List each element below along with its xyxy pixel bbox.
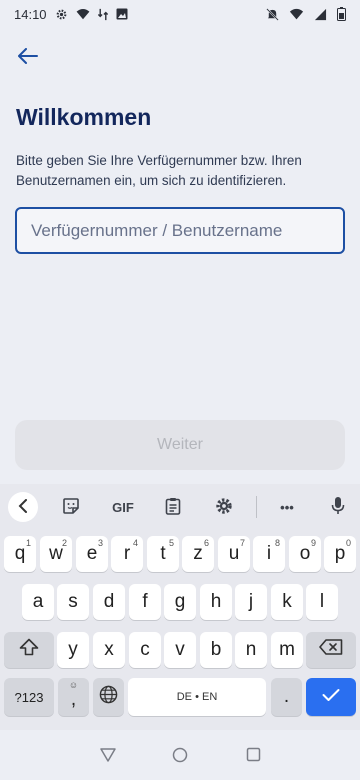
page-title: Willkommen	[16, 104, 152, 130]
data-transfer-icon	[97, 8, 108, 21]
battery-icon	[337, 7, 346, 21]
sticker-button[interactable]	[56, 492, 86, 522]
key-d[interactable]: d	[93, 584, 125, 620]
nav-recents-button[interactable]	[243, 747, 263, 767]
key-z[interactable]: z6	[182, 536, 214, 572]
page-subtitle: Bitte geben Sie Ihre Verfügernummer bzw.…	[16, 153, 302, 188]
key-y[interactable]: y	[57, 632, 89, 668]
clipboard-button[interactable]	[158, 492, 188, 522]
key-g[interactable]: g	[164, 584, 196, 620]
keyboard-settings-button[interactable]	[209, 492, 239, 522]
triangle-back-icon	[100, 747, 116, 768]
clipboard-icon	[165, 497, 181, 518]
key-k[interactable]: k	[271, 584, 303, 620]
key-l[interactable]: l	[306, 584, 338, 620]
backspace-icon	[319, 639, 343, 661]
language-key[interactable]	[93, 678, 124, 716]
checkmark-icon	[322, 686, 340, 708]
key-hint: 0	[345, 538, 351, 548]
key-s[interactable]: s	[57, 584, 89, 620]
key-label: e	[86, 543, 98, 564]
keyboard-toolbar: GIF •••	[0, 484, 360, 530]
keyboard: GIF ••• q1 w2 e3 r4 t5 z6 u7 i8 o9 p0 a …	[0, 484, 360, 730]
back-button[interactable]	[12, 44, 44, 72]
key-t[interactable]: t5	[147, 536, 179, 572]
key-hint: 4	[132, 538, 138, 548]
key-m[interactable]: m	[271, 632, 303, 668]
toolbar-divider	[256, 496, 257, 518]
key-r[interactable]: r4	[111, 536, 143, 572]
key-n[interactable]: n	[235, 632, 267, 668]
username-input[interactable]	[31, 220, 329, 241]
arrow-left-icon	[18, 47, 38, 69]
enter-key[interactable]	[306, 678, 356, 716]
key-h[interactable]: h	[200, 584, 232, 620]
key-v[interactable]: v	[164, 632, 196, 668]
gif-button[interactable]: GIF	[107, 492, 139, 522]
shift-arrow-icon	[19, 638, 39, 662]
key-label: p	[334, 543, 346, 564]
key-hint: 3	[97, 538, 103, 548]
key-p[interactable]: p0	[324, 536, 356, 572]
cellular-signal-icon	[314, 8, 327, 21]
keyboard-collapse-button[interactable]	[8, 492, 38, 522]
key-label: w	[49, 543, 63, 564]
key-u[interactable]: u7	[218, 536, 250, 572]
comma-key[interactable]: ☺ ,	[58, 678, 89, 716]
key-label: i	[266, 543, 272, 564]
key-o[interactable]: o9	[289, 536, 321, 572]
circle-home-icon	[172, 747, 188, 768]
key-a[interactable]: a	[22, 584, 54, 620]
emoji-hint-icon: ☺	[68, 680, 79, 690]
status-time: 14:10	[14, 6, 47, 22]
settings-gear-icon	[55, 8, 68, 21]
square-recents-icon	[246, 747, 261, 767]
key-hint: 5	[168, 538, 174, 548]
sticker-icon	[62, 497, 80, 518]
voice-input-button[interactable]	[323, 492, 353, 522]
backspace-key[interactable]	[306, 632, 356, 668]
key-f[interactable]: f	[129, 584, 161, 620]
key-c[interactable]: c	[129, 632, 161, 668]
key-b[interactable]: b	[200, 632, 232, 668]
key-label: t	[160, 543, 166, 564]
key-label: o	[299, 543, 311, 564]
wifi-signal-icon	[289, 8, 304, 20]
key-label: q	[14, 543, 26, 564]
chevron-left-icon	[18, 498, 28, 516]
mute-bell-icon	[266, 7, 279, 21]
wifi-icon	[76, 8, 90, 20]
microphone-icon	[331, 496, 345, 518]
status-bar: 14:10	[0, 0, 360, 28]
key-hint: 6	[203, 538, 209, 548]
key-i[interactable]: i8	[253, 536, 285, 572]
globe-icon	[99, 685, 118, 710]
continue-button[interactable]: Weiter	[15, 420, 345, 470]
space-bar[interactable]: DE • EN	[128, 678, 266, 716]
nav-home-button[interactable]	[170, 747, 190, 767]
key-hint: 7	[239, 538, 245, 548]
key-x[interactable]: x	[93, 632, 125, 668]
shift-key[interactable]	[4, 632, 54, 668]
nav-back-button[interactable]	[98, 747, 118, 767]
more-button[interactable]: •••	[272, 492, 302, 522]
image-icon	[116, 8, 128, 20]
key-label: u	[228, 543, 240, 564]
key-w[interactable]: w2	[40, 536, 72, 572]
key-hint: 1	[25, 538, 31, 548]
username-field-container[interactable]	[15, 207, 345, 254]
key-hint: 9	[310, 538, 316, 548]
key-label: z	[193, 543, 203, 564]
period-key[interactable]: .	[271, 678, 302, 716]
key-e[interactable]: e3	[76, 536, 108, 572]
key-j[interactable]: j	[235, 584, 267, 620]
key-hint: 8	[274, 538, 280, 548]
gear-icon	[215, 497, 233, 518]
symbols-key[interactable]: ?123	[4, 678, 54, 716]
key-q[interactable]: q1	[4, 536, 36, 572]
comma-label: ,	[70, 689, 77, 710]
key-label: r	[123, 543, 131, 564]
key-hint: 2	[61, 538, 67, 548]
system-nav-bar	[0, 730, 360, 780]
